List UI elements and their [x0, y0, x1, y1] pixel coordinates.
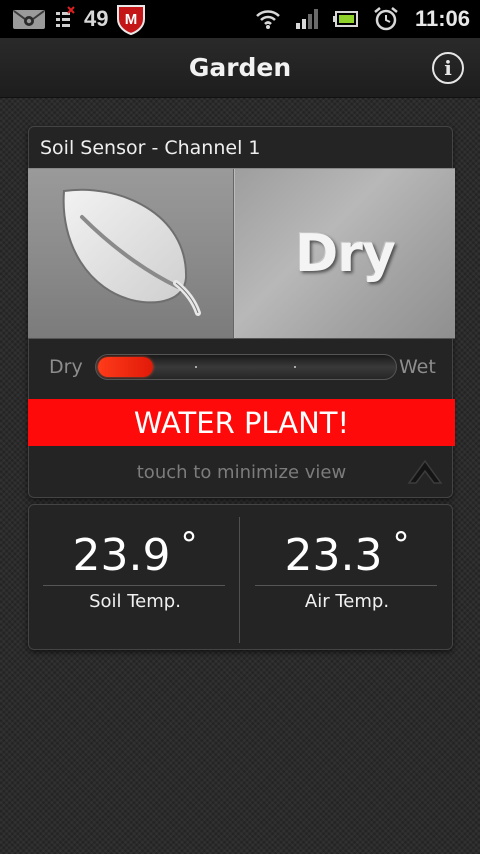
svg-text:M: M — [125, 11, 138, 28]
soil-temp-value: 23.9 ° — [72, 525, 198, 581]
info-button[interactable]: i — [432, 52, 464, 84]
air-temp-value: 23.3 ° — [284, 525, 410, 581]
status-bar: 49 M 11:06 — [0, 0, 480, 38]
minimize-hint-text: touch to minimize view — [136, 461, 347, 483]
clock: 11:06 — [414, 6, 470, 31]
scale-min-label: Dry — [49, 356, 83, 378]
battery-icon — [332, 10, 359, 28]
soil-temp-panel: 23.9 ° Soil Temp. — [29, 505, 241, 651]
temperature-card: 23.9 ° Soil Temp. 23.3 ° Air Temp. — [28, 504, 453, 650]
leaf-icon — [58, 183, 208, 323]
tick-mark — [294, 366, 296, 368]
soil-temp-label: Soil Temp. — [89, 591, 181, 612]
air-temp-label: Air Temp. — [304, 591, 390, 612]
mcafee-icon: M — [116, 3, 146, 35]
moisture-meter: Dry Wet — [43, 341, 443, 393]
tick-mark — [195, 366, 197, 368]
moisture-visual-panel[interactable]: Dry — [28, 168, 455, 339]
wifi-icon — [255, 8, 281, 30]
air-temp-panel: 23.3 ° Air Temp. — [241, 505, 453, 651]
minimize-view-toggle[interactable]: touch to minimize view — [29, 447, 454, 497]
leaf-pane — [28, 169, 234, 338]
moisture-status-text: Dry — [295, 223, 396, 284]
app-title-bar: Garden i — [0, 38, 480, 98]
divider — [43, 585, 225, 586]
mail-icon — [12, 7, 46, 31]
moisture-fill — [98, 357, 153, 377]
sensor-card-title: Soil Sensor - Channel 1 — [40, 137, 261, 159]
soil-sensor-card: Soil Sensor - Channel 1 Dry Dry Wet WATE… — [28, 126, 455, 498]
moisture-track — [95, 354, 397, 380]
divider — [255, 585, 437, 586]
signal-icon — [295, 8, 319, 30]
scale-max-label: Wet — [399, 356, 436, 378]
degree-symbol: ° — [180, 525, 198, 565]
usb-debug-icon — [54, 6, 76, 32]
info-icon: i — [444, 56, 452, 80]
degree-symbol: ° — [392, 525, 410, 565]
column-divider — [239, 517, 240, 643]
page-title: Garden — [188, 53, 292, 82]
moisture-status-pane: Dry — [234, 169, 455, 338]
water-plant-alert: WATER PLANT! — [28, 399, 455, 446]
chevron-up-icon[interactable] — [406, 453, 444, 489]
notification-count: 49 — [84, 6, 109, 31]
alarm-icon — [373, 6, 399, 32]
